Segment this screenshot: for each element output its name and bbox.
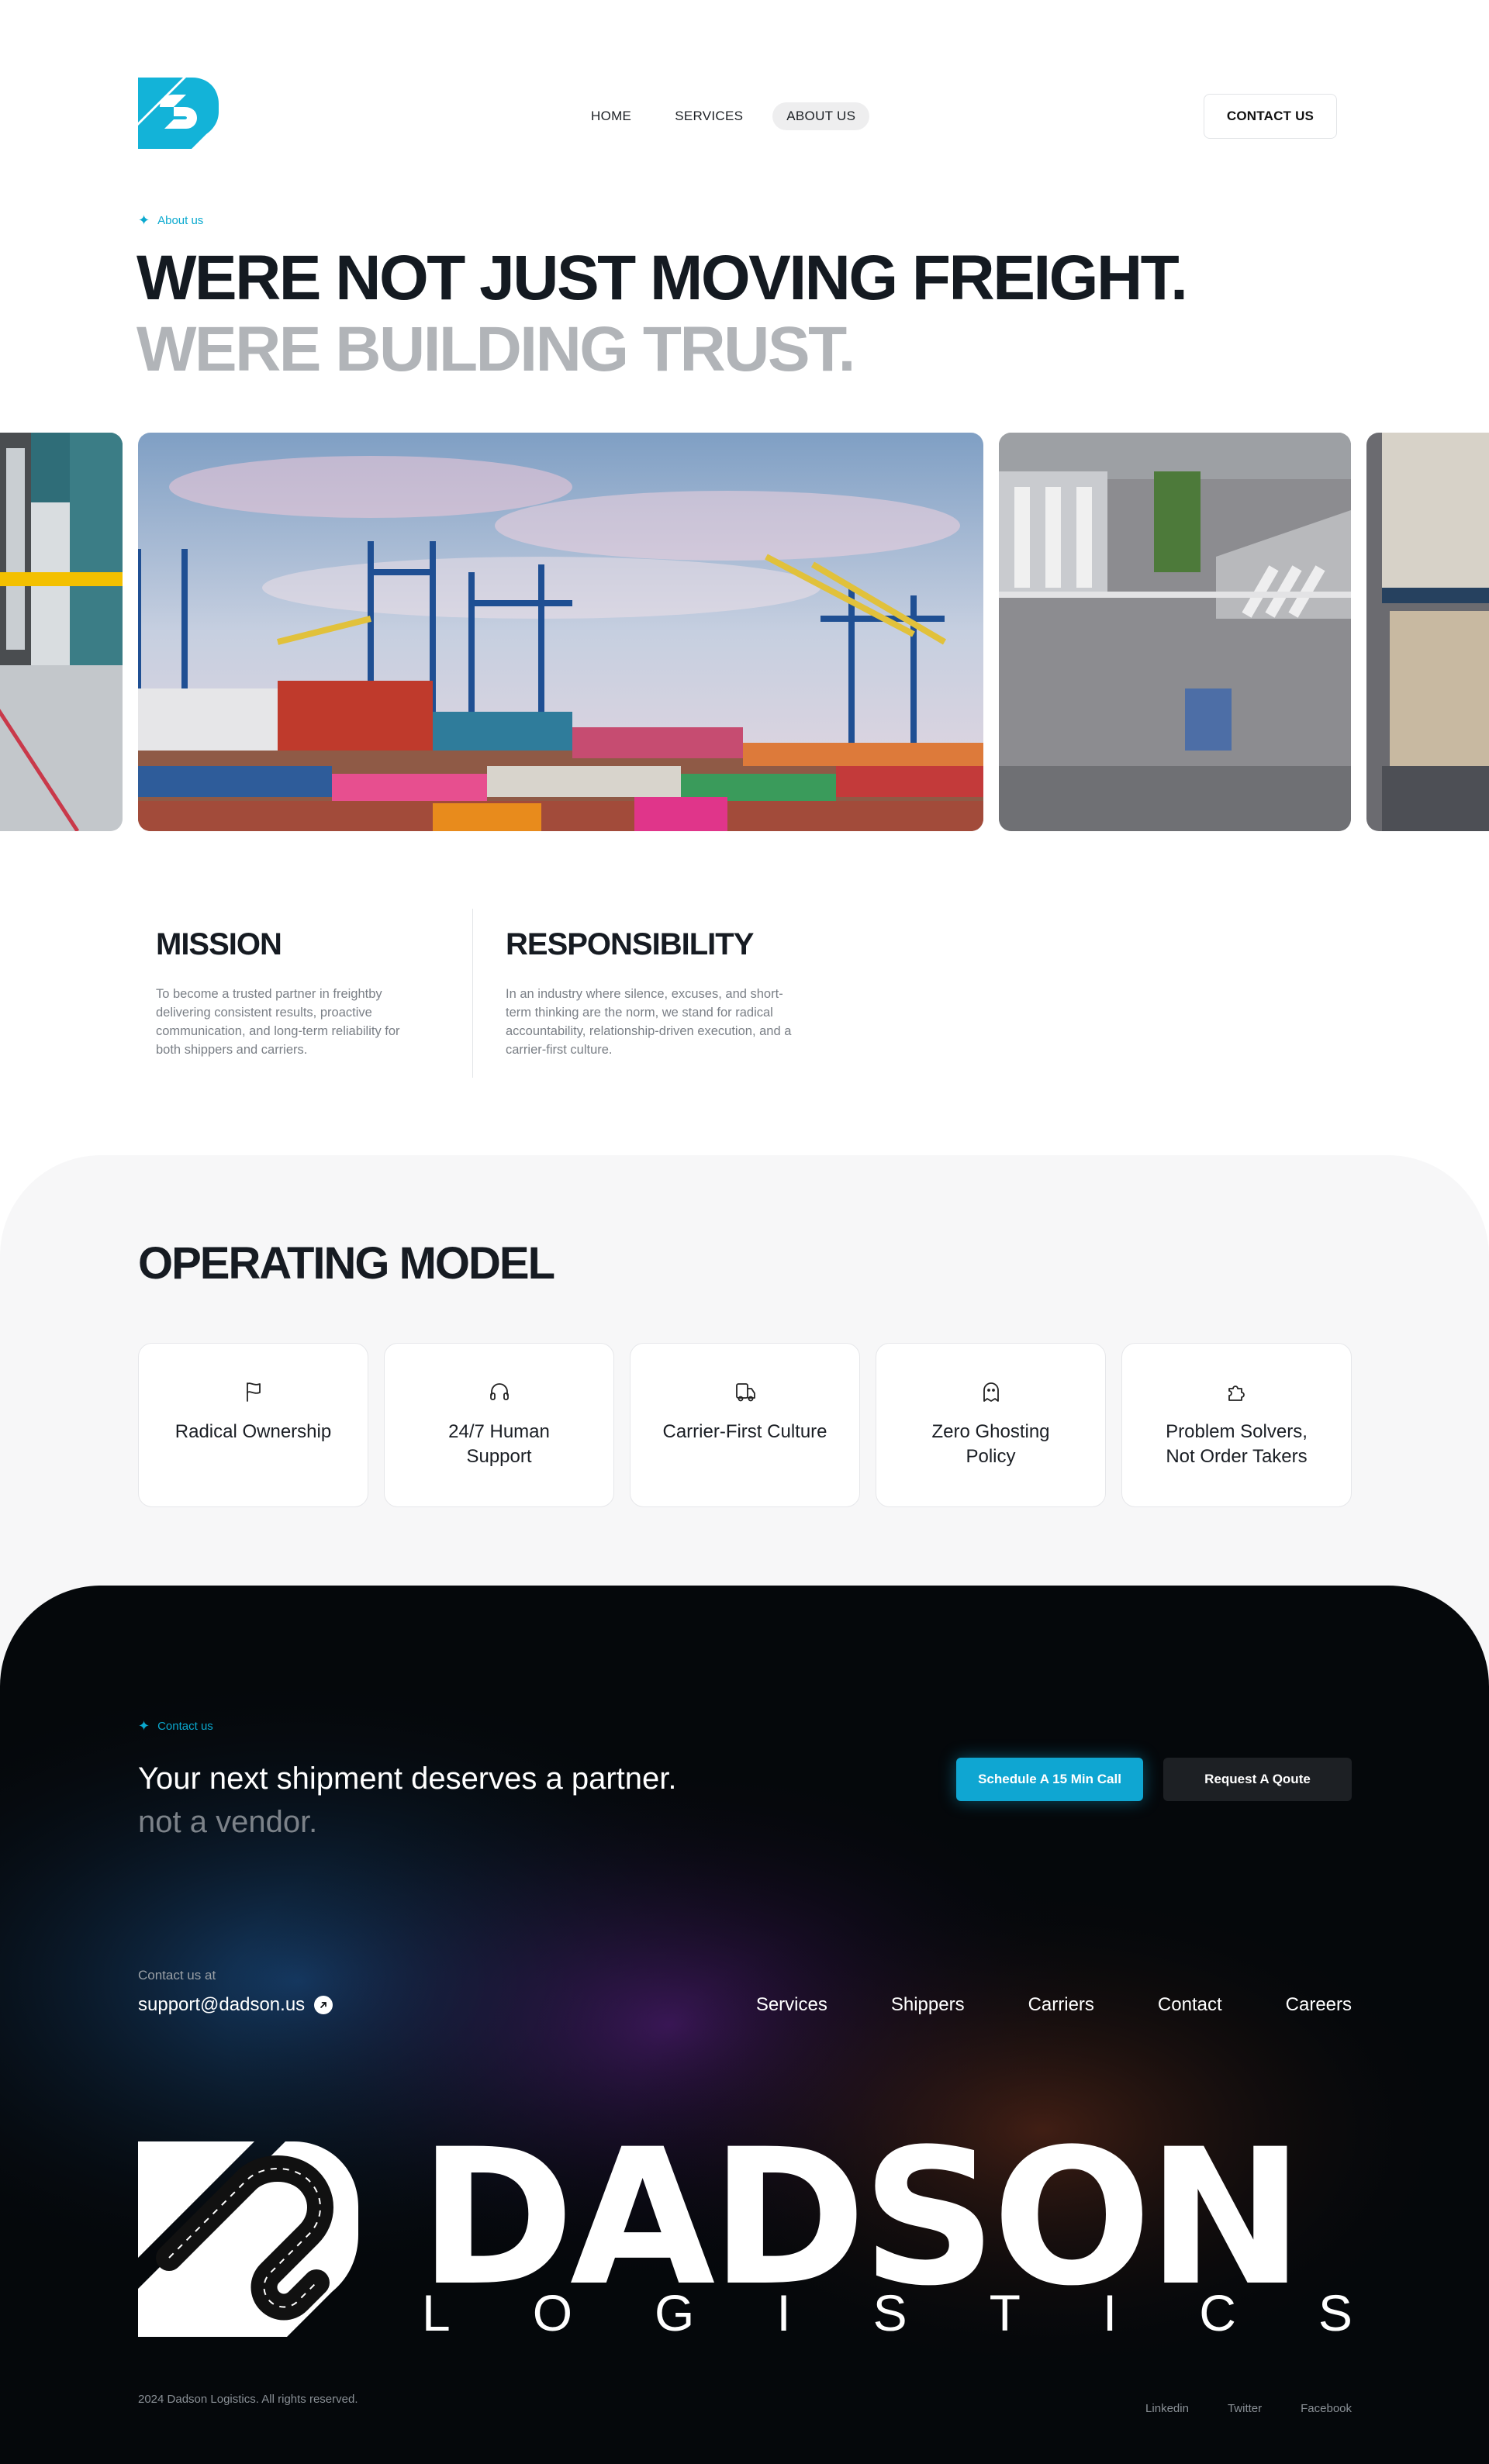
footer-links: Services Shippers Carriers Contact Caree… bbox=[756, 1994, 1352, 2016]
card-problem-solvers: Problem Solvers, Not Order Takers bbox=[1121, 1343, 1352, 1507]
warehouse-shelves-image bbox=[1366, 433, 1489, 831]
request-quote-button[interactable]: Request A Qoute bbox=[1163, 1758, 1352, 1801]
email-text: support@dadson.us bbox=[138, 1994, 306, 2015]
sparkle-icon: ✦ bbox=[138, 212, 150, 228]
brand-letter: G bbox=[655, 2284, 695, 2341]
card-human-support: 24/7 Human Support bbox=[384, 1343, 614, 1507]
brand-logo-mark bbox=[138, 2141, 358, 2337]
responsibility-title: RESPONSIBILITY bbox=[506, 927, 754, 961]
card-label: Problem Solvers, Not Order Takers bbox=[1166, 1421, 1308, 1467]
footer-link-services[interactable]: Services bbox=[756, 1994, 827, 2016]
contact-email[interactable]: support@dadson.us bbox=[138, 1994, 333, 2016]
truck-icon bbox=[735, 1383, 755, 1402]
copyright: 2024 Dadson Logistics. All rights reserv… bbox=[138, 2393, 358, 2406]
footer-link-contact[interactable]: Contact bbox=[1158, 1994, 1222, 2016]
social-linkedin[interactable]: Linkedin bbox=[1145, 2402, 1189, 2415]
ghost-icon bbox=[983, 1382, 999, 1402]
footer-link-shippers[interactable]: Shippers bbox=[891, 1994, 965, 2016]
brand-letter: T bbox=[989, 2284, 1021, 2341]
about-kicker-label: About us bbox=[157, 214, 204, 227]
card-label: Zero Ghosting Policy bbox=[931, 1421, 1050, 1467]
logo[interactable] bbox=[138, 78, 219, 149]
brand-letter: S bbox=[872, 2284, 907, 2341]
footer-link-carriers[interactable]: Carriers bbox=[1028, 1994, 1094, 2016]
brand-letter: I bbox=[776, 2284, 791, 2341]
nav-about-us[interactable]: ABOUT US bbox=[772, 102, 870, 130]
divider bbox=[472, 909, 473, 1078]
social-links: Linkedin Twitter Facebook bbox=[1145, 2402, 1352, 2415]
container-port-image bbox=[138, 433, 983, 831]
card-zero-ghosting: Zero Ghosting Policy bbox=[876, 1343, 1106, 1507]
contact-us-button[interactable]: CONTACT US bbox=[1204, 94, 1337, 139]
nav-home[interactable]: HOME bbox=[577, 102, 645, 130]
puzzle-icon bbox=[1228, 1386, 1245, 1401]
headphones-icon bbox=[489, 1383, 509, 1400]
social-twitter[interactable]: Twitter bbox=[1228, 2402, 1262, 2415]
hero-title-line1: WERE NOT JUST MOVING FREIGHT. bbox=[136, 243, 1188, 313]
brand-letter: I bbox=[1102, 2284, 1118, 2341]
mission-text: To become a trusted partner in freightby… bbox=[156, 987, 400, 1057]
footer-link-careers[interactable]: Careers bbox=[1286, 1994, 1352, 2016]
responsibility-text: In an industry where silence, excuses, a… bbox=[506, 987, 792, 1057]
contact-label: Contact us at bbox=[138, 1968, 216, 1983]
brand-letter: L bbox=[422, 2284, 451, 2341]
sparkle-icon: ✦ bbox=[138, 1718, 150, 1734]
brand-letter: S bbox=[1318, 2284, 1353, 2341]
mission-title: MISSION bbox=[156, 927, 282, 961]
footer-subheadline: not a vendor. bbox=[138, 1805, 318, 1839]
footer-headline: Your next shipment deserves a partner. bbox=[138, 1762, 677, 1796]
contact-kicker: ✦ Contact us bbox=[138, 1718, 213, 1734]
operating-model-cards: Radical Ownership 24/7 Human Support Car… bbox=[138, 1343, 1352, 1507]
social-facebook[interactable]: Facebook bbox=[1301, 2402, 1352, 2415]
hero-title-line2: WERE BUILDING TRUST. bbox=[136, 314, 855, 385]
operating-model-title: OPERATING MODEL bbox=[138, 1238, 555, 1289]
card-label: Radical Ownership bbox=[174, 1421, 332, 1442]
about-kicker: ✦ About us bbox=[138, 212, 203, 229]
contact-kicker-label: Contact us bbox=[157, 1720, 213, 1733]
brand-letter: O bbox=[532, 2284, 573, 2341]
arrow-up-right-icon bbox=[314, 1996, 333, 2014]
card-label: Carrier-First Culture bbox=[662, 1421, 827, 1442]
main-nav: HOME SERVICES ABOUT US bbox=[577, 102, 870, 130]
dadson-s-logo-icon bbox=[138, 78, 219, 149]
card-label: 24/7 Human Support bbox=[448, 1421, 550, 1467]
aerial-truck-yard-image bbox=[999, 433, 1351, 831]
brand-letter: C bbox=[1199, 2284, 1236, 2341]
card-carrier-first: Carrier-First Culture bbox=[630, 1343, 860, 1507]
card-radical-ownership: Radical Ownership bbox=[138, 1343, 368, 1507]
warehouse-dock-image bbox=[0, 433, 123, 831]
brand-subtitle: L O G I S T I C S bbox=[422, 2287, 1353, 2338]
schedule-call-button[interactable]: Schedule A 15 Min Call bbox=[956, 1758, 1143, 1801]
flag-icon bbox=[246, 1382, 261, 1402]
nav-services[interactable]: SERVICES bbox=[661, 102, 757, 130]
